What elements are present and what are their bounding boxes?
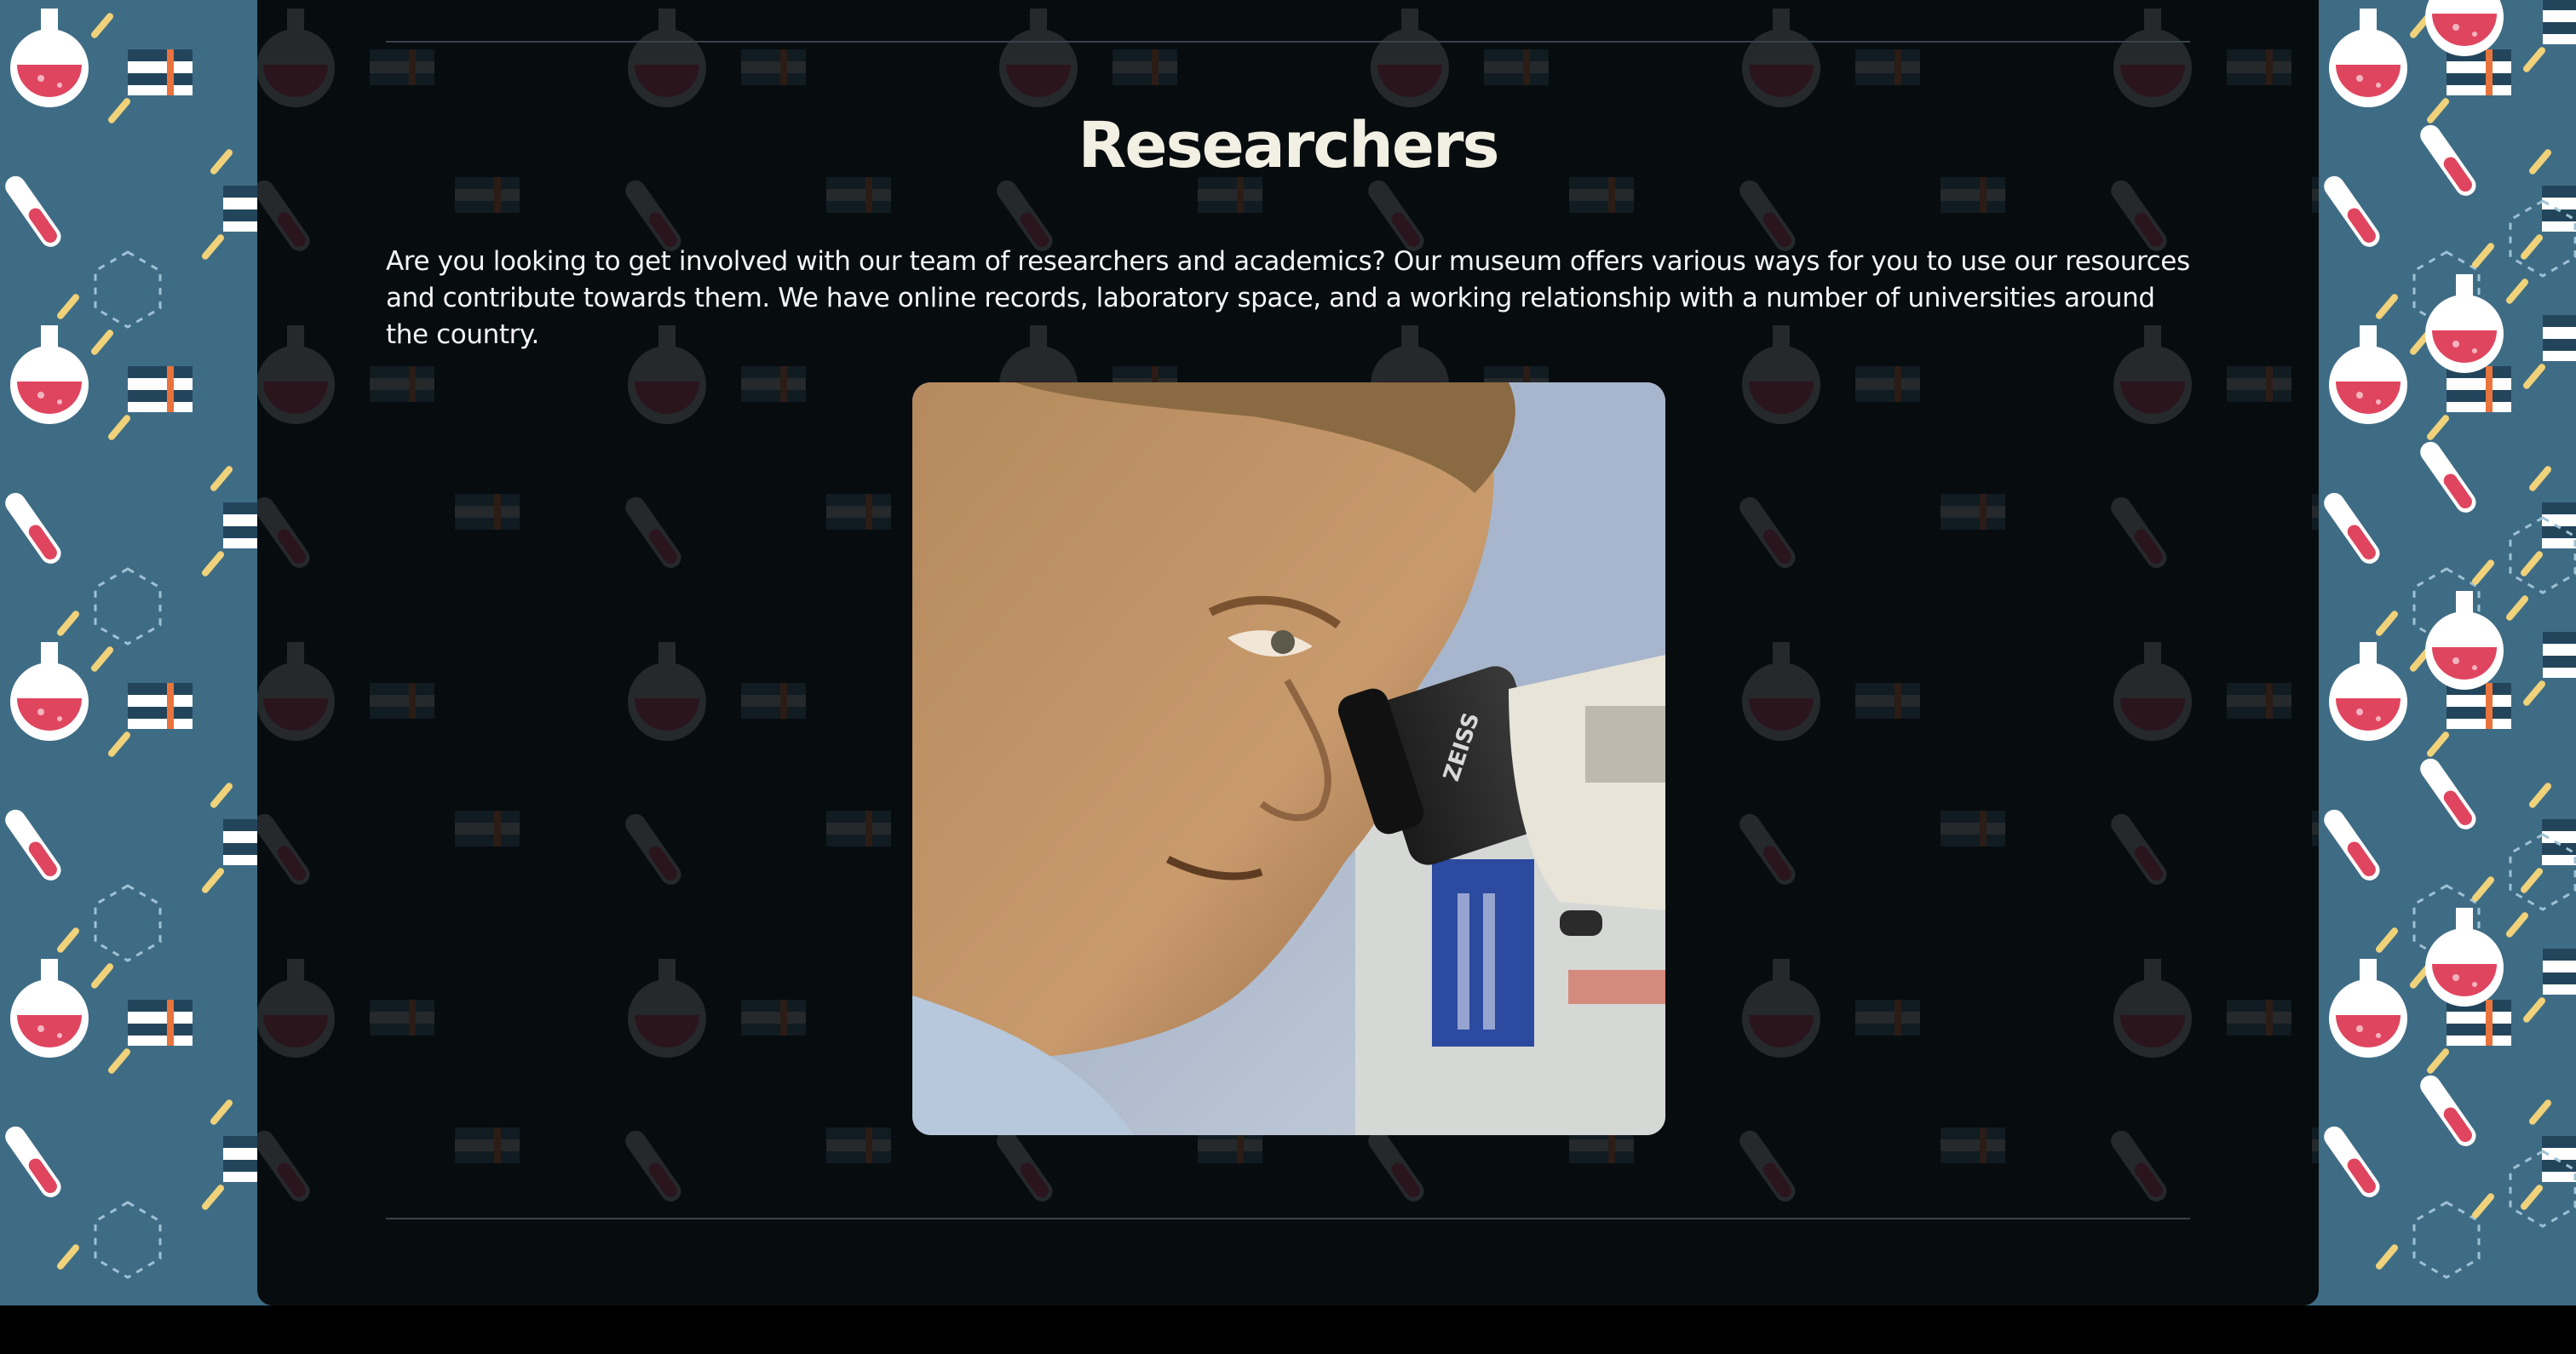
bottom-bar [0, 1305, 2576, 1354]
section-divider-top [386, 41, 2190, 43]
section-divider-bottom [386, 1218, 2190, 1219]
section-intro: Are you looking to get involved with our… [386, 246, 2190, 350]
researcher-photo-svg: ZEISS [912, 382, 1665, 1135]
researchers-section: Researchers Are you looking to get invol… [257, 0, 2319, 1305]
page: Researchers Are you looking to get invol… [0, 0, 2576, 1354]
section-title: Researchers [1078, 109, 1499, 182]
researcher-microscope-image: ZEISS [912, 382, 1665, 1135]
